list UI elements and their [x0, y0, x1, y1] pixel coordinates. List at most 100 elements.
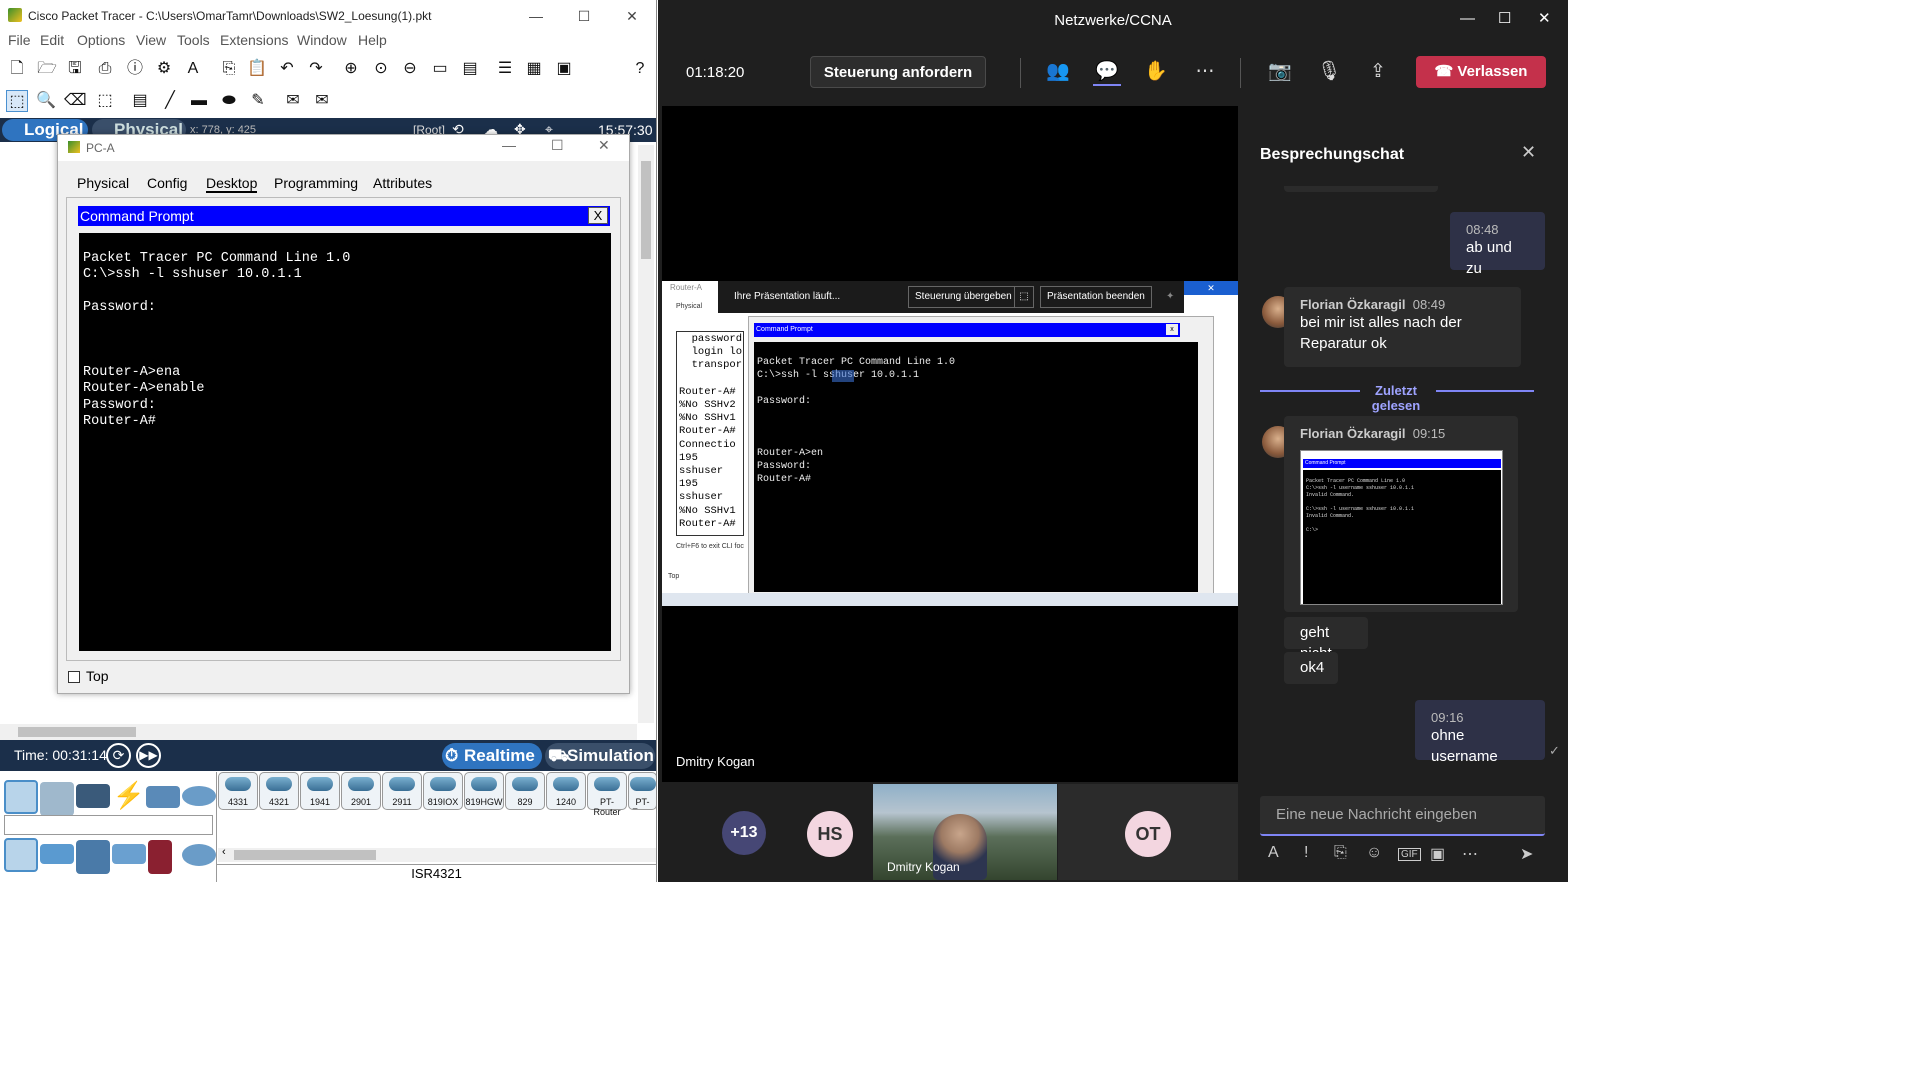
open-folder-icon[interactable]: 🗁 [36, 58, 58, 80]
drawing-palette-icon[interactable]: ▭ [429, 58, 451, 80]
network-devices-icon[interactable] [4, 780, 38, 814]
model-pt-router[interactable]: PT-Router [587, 772, 627, 817]
sticker-icon[interactable]: ▣ [1430, 844, 1445, 864]
model-2901[interactable]: 2901 [341, 772, 381, 810]
zoom-out-icon[interactable]: ⊖ [399, 58, 421, 80]
info-icon[interactable]: ⓘ [124, 58, 146, 80]
tab-config[interactable]: Config [147, 175, 187, 191]
add-simple-pdu-icon[interactable]: ✉ [282, 90, 304, 112]
select-icon[interactable]: ⬚ [6, 90, 28, 112]
misc-icon[interactable] [146, 786, 180, 808]
send-icon[interactable]: ➤ [1520, 844, 1533, 864]
mic-off-icon[interactable]: 🎙 [1315, 58, 1343, 86]
message-input[interactable]: Eine neue Nachricht eingeben [1260, 796, 1545, 836]
menu-tools[interactable]: Tools [177, 32, 210, 48]
save-icon[interactable]: 🖫 [64, 58, 86, 80]
menu-view[interactable]: View [136, 32, 166, 48]
menu-options[interactable]: Options [77, 32, 125, 48]
pc-a-close-icon[interactable]: ✕ [598, 137, 610, 154]
copy-icon[interactable]: ⎘ [218, 58, 240, 80]
participant-video-tile[interactable]: Dmitry Kogan [873, 784, 1057, 880]
model-829[interactable]: 829 [505, 772, 545, 810]
custom-device-icon[interactable]: ▤ [459, 58, 481, 80]
power-cycle-icon[interactable]: ⟳ [106, 743, 131, 768]
attach-icon[interactable]: ⎘ [1334, 844, 1347, 862]
model-819hgw[interactable]: 819HGW [464, 772, 504, 810]
hubs-icon[interactable] [76, 840, 110, 874]
fast-forward-icon[interactable]: ▶▶ [136, 743, 161, 768]
screenshot-thumbnail[interactable]: Command Prompt Packet Tracer PC Command … [1300, 450, 1503, 605]
model-819iox[interactable]: 819IOX [423, 772, 463, 810]
pc-a-maximize-icon[interactable]: ☐ [551, 137, 564, 154]
participant-hs-avatar[interactable]: HS [807, 811, 853, 857]
routers-icon[interactable] [4, 838, 38, 872]
menu-extensions[interactable]: Extensions [220, 32, 288, 48]
multiuser-icon[interactable] [182, 786, 216, 806]
leave-button[interactable]: ☎ Verlassen [1416, 56, 1546, 88]
wan-emulation-icon[interactable] [182, 844, 216, 866]
model-4321[interactable]: 4321 [259, 772, 299, 810]
teams-minimize-icon[interactable]: — [1460, 10, 1475, 27]
draw-rectangle-icon[interactable]: ▬ [188, 90, 210, 112]
model-1941[interactable]: 1941 [300, 772, 340, 810]
end-devices-icon[interactable] [40, 782, 74, 816]
notes-icon[interactable]: ☰ [494, 58, 516, 80]
horizontal-scroll-thumb[interactable] [18, 727, 136, 737]
tab-desktop[interactable]: Desktop [206, 175, 258, 193]
teams-maximize-icon[interactable]: ☐ [1498, 9, 1511, 27]
model-pt-empty[interactable]: PT-Empt [628, 772, 656, 810]
viewport-icon[interactable]: ▣ [553, 58, 575, 80]
vertical-scroll-thumb[interactable] [641, 161, 651, 259]
connections-icon[interactable]: ⚡ [112, 780, 146, 814]
emoji-icon[interactable]: ☺ [1366, 844, 1382, 862]
more-options-icon[interactable]: ⋯ [1191, 58, 1219, 86]
model-2911[interactable]: 2911 [382, 772, 422, 810]
checkbox-icon[interactable] [68, 671, 80, 683]
redo-icon[interactable]: ↷ [305, 58, 327, 80]
inspect-icon[interactable]: 🔍 [35, 90, 57, 112]
model-1240[interactable]: 1240 [546, 772, 586, 810]
print-icon[interactable]: ⎙ [94, 58, 116, 80]
reactions-icon[interactable]: ✋ [1142, 58, 1170, 86]
format-icon[interactable]: A [1268, 844, 1279, 862]
tab-attributes[interactable]: Attributes [373, 175, 432, 191]
wireless-icon[interactable] [112, 844, 146, 864]
request-control-button[interactable]: Steuerung anfordern [810, 56, 986, 88]
pointer-icon[interactable]: ⬚ [1014, 286, 1034, 308]
model-4331[interactable]: 4331 [218, 772, 258, 810]
new-file-icon[interactable]: 🗋 [6, 58, 28, 80]
freeform-icon[interactable]: ✎ [247, 90, 269, 112]
more-participants-badge[interactable]: +13 [722, 811, 766, 855]
zoom-reset-icon[interactable]: ⊙ [370, 58, 392, 80]
delete-icon[interactable]: ⌫ [64, 90, 87, 112]
close-chat-icon[interactable]: ✕ [1521, 142, 1536, 163]
workspace-horizontal-scrollbar[interactable] [0, 724, 637, 740]
draw-line-icon[interactable]: ╱ [159, 90, 181, 112]
command-prompt-close-button[interactable]: X [588, 207, 608, 224]
tab-physical[interactable]: Physical [77, 175, 129, 191]
terminal-output[interactable]: Packet Tracer PC Command Line 1.0 C:\>ss… [79, 233, 611, 651]
tab-programming[interactable]: Programming [274, 175, 358, 191]
model-list-scrollbar[interactable]: ‹ [218, 846, 656, 862]
top-checkbox[interactable]: Top [68, 668, 109, 684]
security-icon[interactable] [148, 840, 172, 874]
important-icon[interactable]: ! [1304, 844, 1308, 862]
device-dialog-icon[interactable]: ▦ [523, 58, 545, 80]
components-icon[interactable] [76, 784, 110, 808]
gif-icon[interactable]: GIF [1398, 848, 1421, 861]
camera-off-icon[interactable]: 📷 [1266, 58, 1294, 86]
menu-window[interactable]: Window [297, 32, 347, 48]
resize-shape-icon[interactable]: ⬚ [94, 90, 116, 112]
participants-icon[interactable]: 👥 [1044, 58, 1072, 86]
model-scroll-thumb[interactable] [234, 850, 376, 860]
share-screen-icon[interactable]: ⇪ [1364, 58, 1392, 86]
minimize-icon[interactable]: — [526, 6, 546, 26]
stop-presenting-button[interactable]: Präsentation beenden [1040, 286, 1152, 308]
zoom-in-icon[interactable]: ⊕ [340, 58, 362, 80]
paste-icon[interactable]: 📋 [246, 58, 268, 80]
simulation-mode-button[interactable]: ⛟ Simulation [545, 743, 655, 769]
place-note-icon[interactable]: ▤ [129, 90, 151, 112]
participant-ot-avatar[interactable]: OT [1125, 811, 1171, 857]
pc-a-minimize-icon[interactable]: — [502, 137, 516, 153]
menu-help[interactable]: Help [358, 32, 387, 48]
